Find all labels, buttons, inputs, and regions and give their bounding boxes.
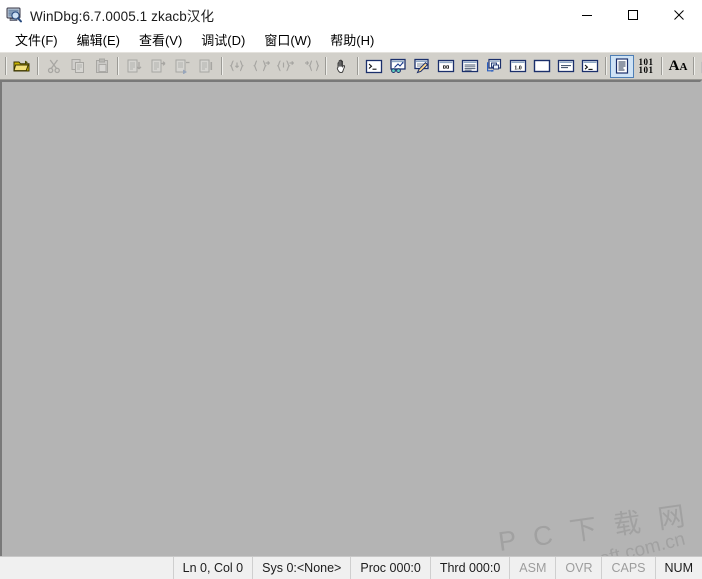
title-bar: WinDbg:6.7.0005.1 zkacb汉化 (0, 0, 702, 30)
floating-point-window-icon[interactable]: 1.0 (506, 55, 530, 78)
maximize-icon[interactable] (610, 0, 656, 30)
toolbar-separator (117, 57, 119, 75)
windbg-window: WinDbg:6.7.0005.1 zkacb汉化 文件(F) 编辑(E) 查看… (0, 0, 702, 579)
watch-window-icon[interactable] (386, 55, 410, 78)
window-title: WinDbg:6.7.0005.1 zkacb汉化 (30, 9, 215, 24)
break-hand-icon[interactable] (330, 55, 354, 78)
status-system: Sys 0:<None> (252, 557, 350, 579)
status-num: NUM (654, 557, 702, 579)
status-bar-spacer (0, 557, 173, 579)
menu-window[interactable]: 窗口(W) (257, 31, 318, 51)
status-asm: ASM (509, 557, 555, 579)
status-thread: Thrd 000:0 (429, 557, 509, 579)
toolbar-separator (5, 57, 7, 75)
menu-edit[interactable]: 编辑(E) (70, 31, 127, 51)
minimize-icon[interactable] (564, 0, 610, 30)
command-window-icon[interactable] (362, 55, 386, 78)
log-notes-icon[interactable] (698, 55, 702, 78)
numeric-101-label-bottom: 101 (638, 65, 654, 75)
toolbar-separator (693, 57, 695, 75)
numeric-101-icon[interactable]: 101 101 (634, 55, 658, 78)
toolbar-separator (661, 57, 663, 75)
step-over-icon[interactable] (146, 55, 170, 78)
cut-icon[interactable] (42, 55, 66, 78)
menu-view[interactable]: 查看(V) (132, 31, 189, 51)
toolbar: 00 1.0 101 101 AA (0, 52, 702, 80)
step-out-icon[interactable] (170, 55, 194, 78)
run-to-cursor-icon[interactable] (194, 55, 218, 78)
status-line-col: Ln 0, Col 0 (172, 557, 252, 579)
open-folder-icon[interactable] (10, 55, 34, 78)
window-controls (564, 0, 702, 30)
trace-out-brace-icon[interactable] (274, 55, 298, 78)
toolbar-separator (221, 57, 223, 75)
scratch-pad-window-icon[interactable] (530, 55, 554, 78)
status-ovr: OVR (555, 557, 601, 579)
registers-window-icon[interactable] (458, 55, 482, 78)
title-bar-left: WinDbg:6.7.0005.1 zkacb汉化 (0, 5, 564, 25)
copy-icon[interactable] (66, 55, 90, 78)
watermark-sub: www.pcsoft.com.cn (525, 529, 688, 556)
goto-brace-icon[interactable] (298, 55, 322, 78)
step-into-icon[interactable] (122, 55, 146, 78)
call-stack-window-icon[interactable] (482, 55, 506, 78)
status-process: Proc 000:0 (350, 557, 429, 579)
status-bar: Ln 0, Col 0 Sys 0:<None> Proc 000:0 Thrd… (0, 556, 702, 579)
status-caps: CAPS (601, 557, 654, 579)
paste-icon[interactable] (90, 55, 114, 78)
trace-over-brace-icon[interactable] (250, 55, 274, 78)
toolbar-separator (605, 57, 607, 75)
toolbar-separator (325, 57, 327, 75)
menu-help[interactable]: 帮助(H) (323, 31, 381, 51)
trace-into-brace-icon[interactable] (226, 55, 250, 78)
source-mode-icon[interactable] (610, 54, 634, 78)
debugger-app-icon (5, 6, 23, 24)
menu-file[interactable]: 文件(F) (8, 31, 65, 51)
toolbar-separator (37, 57, 39, 75)
svg-text:1.0: 1.0 (514, 65, 522, 71)
svg-text:00: 00 (443, 64, 450, 71)
toolbar-separator (357, 57, 359, 75)
menu-bar: 文件(F) 编辑(E) 查看(V) 调试(D) 窗口(W) 帮助(H) (0, 30, 702, 52)
memory-window-icon[interactable]: 00 (434, 55, 458, 78)
close-icon[interactable] (656, 0, 702, 30)
mdi-client-area[interactable]: P C 下 载 网 www.pcsoft.com.cn (0, 80, 702, 556)
command-browser-window-icon[interactable] (578, 55, 602, 78)
menu-debug[interactable]: 调试(D) (194, 31, 252, 51)
font-icon-small-a: A (679, 61, 688, 73)
font-icon[interactable]: AA (666, 55, 690, 78)
locals-window-icon[interactable] (554, 55, 578, 78)
font-icon-big-a: A (668, 58, 680, 74)
disassembly-window-icon[interactable] (410, 55, 434, 78)
watermark-main: P C 下 载 网 (496, 500, 692, 556)
